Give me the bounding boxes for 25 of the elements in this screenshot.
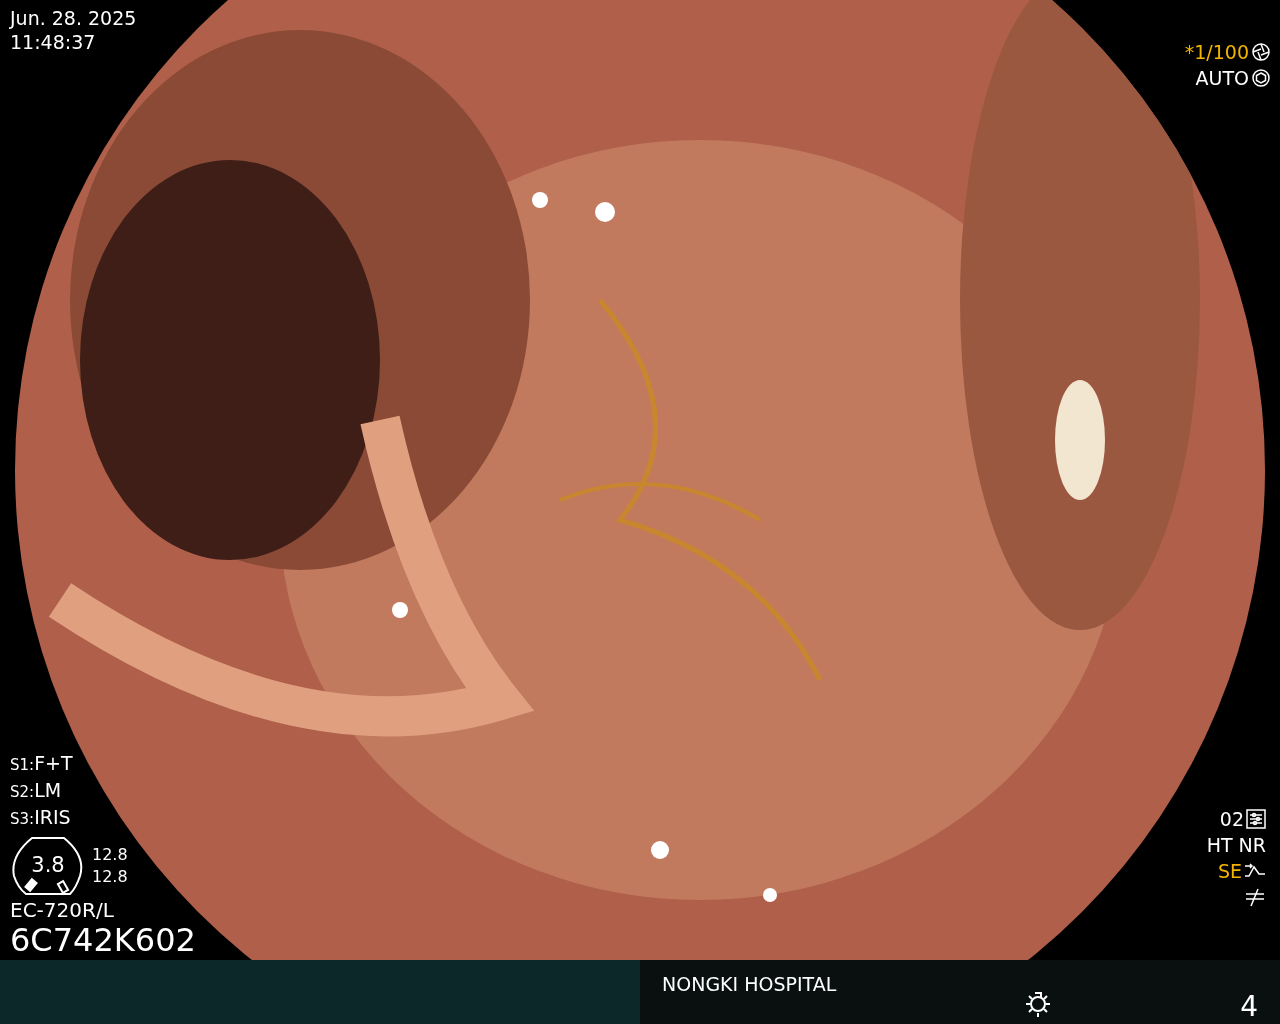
- counter-text: 4: [1240, 989, 1258, 1024]
- exposure-text: AUTO: [1195, 66, 1249, 90]
- sliders-icon: [1246, 809, 1266, 829]
- setting-value: F+T: [34, 751, 73, 776]
- iris-icon: [1252, 69, 1270, 87]
- aperture-icon: [1252, 43, 1270, 61]
- scope-model: EC-720R/L: [10, 898, 115, 922]
- gauge-reading: 12.8: [92, 844, 128, 866]
- time-text: 11:48:37: [10, 30, 97, 54]
- setting-key: S1:: [10, 753, 35, 778]
- setting-value: LM: [34, 778, 62, 803]
- mode-text: 02: [1219, 807, 1244, 832]
- gauge-value: 3.8: [31, 852, 65, 880]
- mode-text: SE: [1217, 859, 1242, 884]
- scope-serial: 6C742K602: [10, 922, 196, 958]
- gauge-reading: 12.8: [92, 866, 128, 888]
- setting-value: IRIS: [34, 805, 71, 830]
- setting-key: S2:: [10, 780, 35, 805]
- curve-icon: [1244, 862, 1266, 880]
- setting-key: S3:: [10, 807, 35, 832]
- slashed-tilde-icon: [1244, 887, 1266, 907]
- exposure-text: *1/100: [1184, 40, 1249, 64]
- date-text: Jun. 28. 2025: [10, 6, 137, 30]
- hospital-name: NONGKI HOSPITAL: [662, 972, 837, 997]
- mode-text: HT NR: [1206, 833, 1266, 858]
